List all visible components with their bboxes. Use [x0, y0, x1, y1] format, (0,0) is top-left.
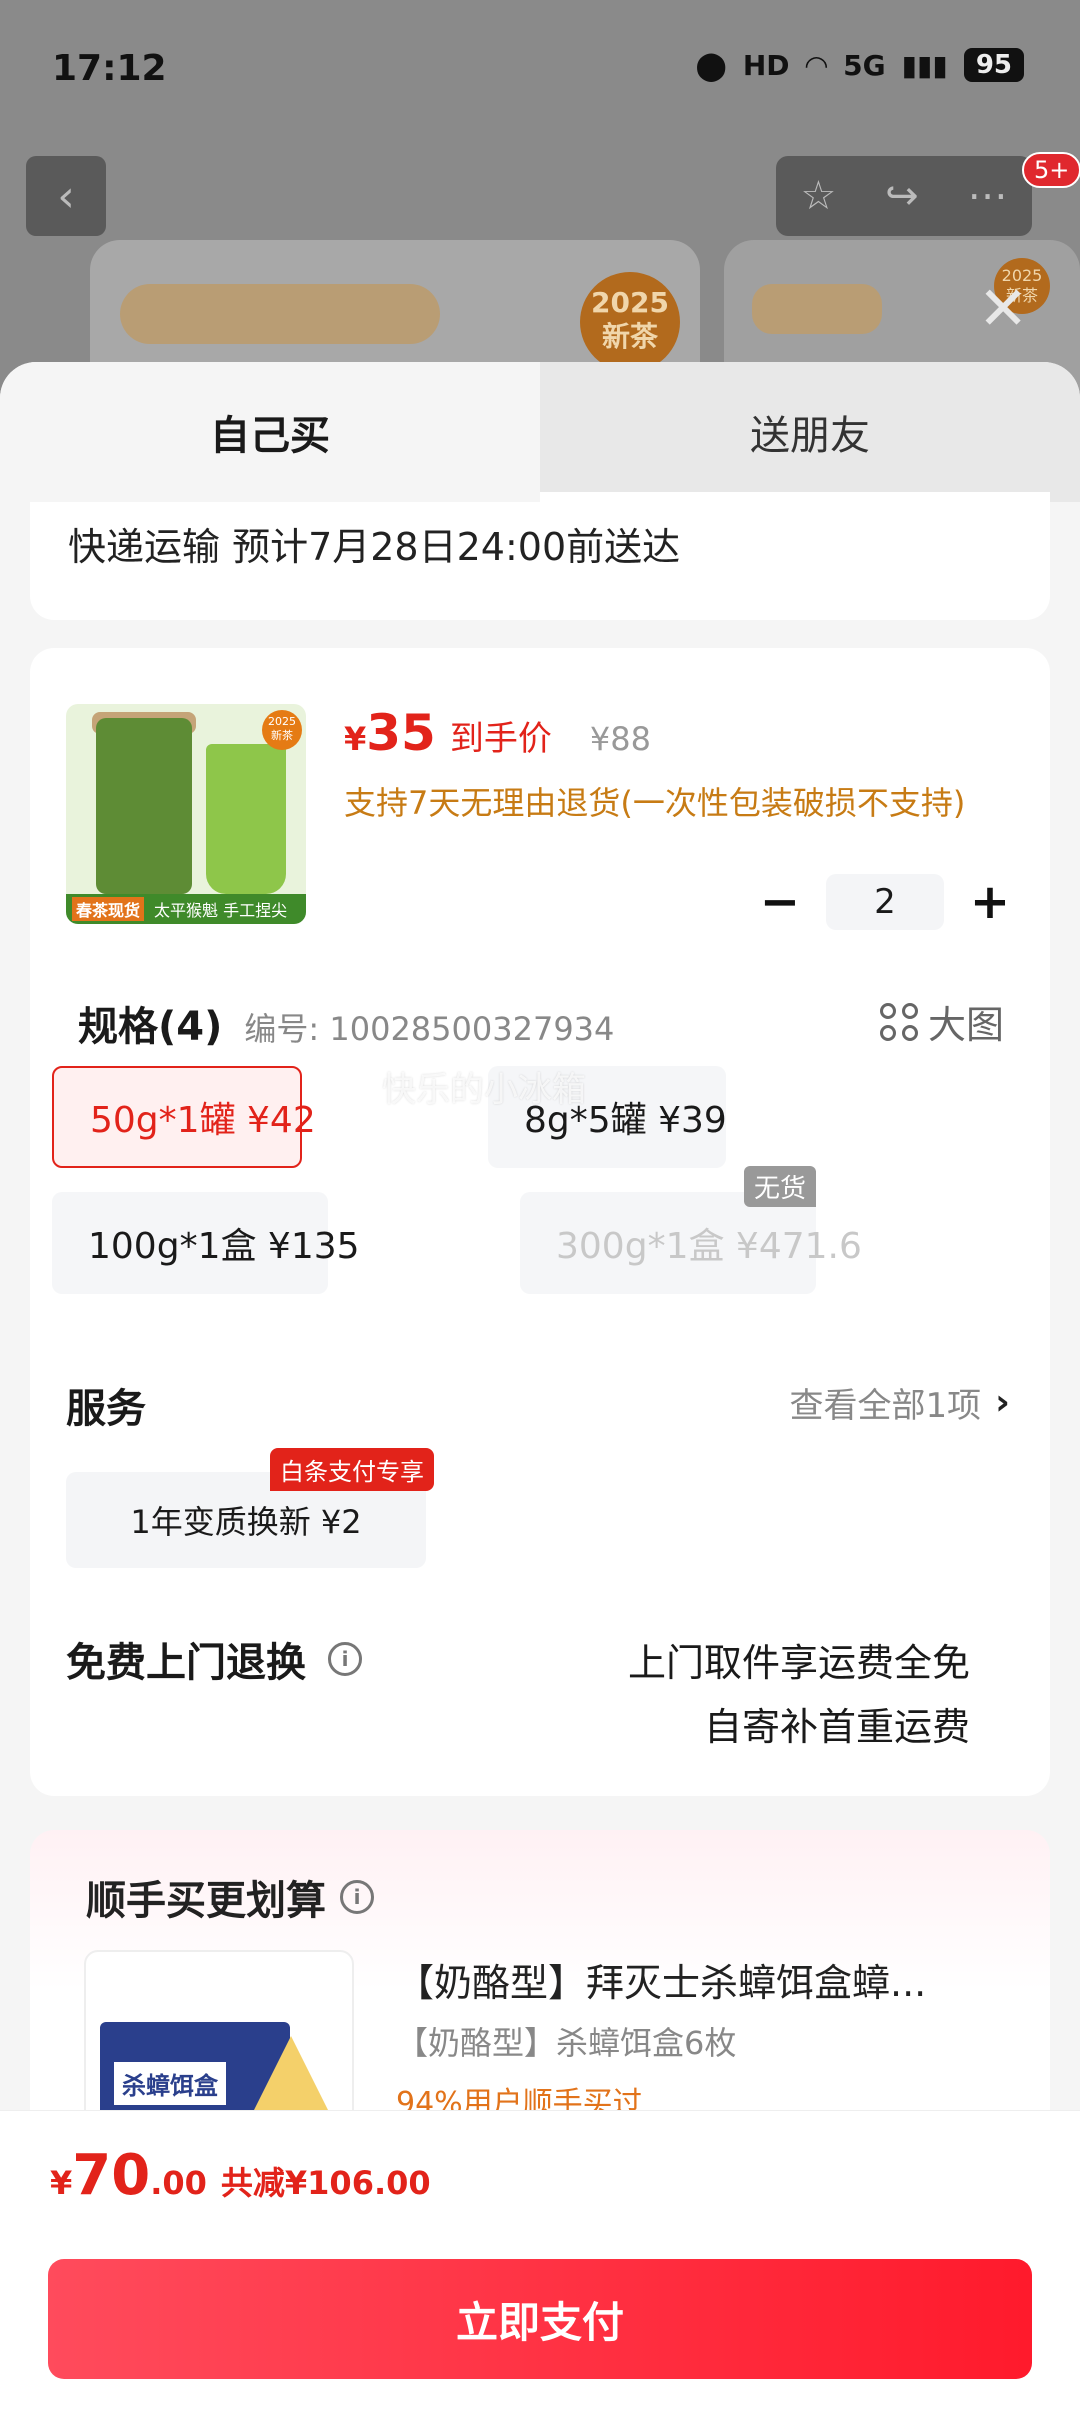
- status-time: 17:12: [52, 48, 167, 89]
- tab-bar: 自己买 送朋友: [0, 362, 1080, 502]
- chevron-left-icon: ‹: [57, 170, 75, 222]
- bg-new-tea-tag: 2025 新茶: [580, 272, 680, 372]
- hd-icon: HD: [742, 48, 790, 82]
- battery-indicator: 95: [963, 48, 1024, 82]
- bg-jar-lid: [120, 284, 440, 344]
- top-action-bar: ☆ ↪ ⋯: [776, 156, 1032, 236]
- delivery-estimate: 快递运输 预计7月28日24:00前送达: [68, 525, 681, 569]
- quantity-stepper: − 2 +: [758, 874, 1012, 930]
- original-price: ¥88: [589, 720, 651, 758]
- addon-box-label: 杀蟑饵盒: [114, 2062, 226, 2105]
- grid-icon: [879, 1002, 918, 1041]
- total-currency: ¥: [50, 2164, 73, 2202]
- product-image[interactable]: 2025 新茶 春茶现货 太平猴魁 手工捏尖: [66, 704, 306, 924]
- bg-jar-lid-2: [752, 284, 882, 334]
- total-dec: .00: [150, 2164, 207, 2202]
- product-code: 编号: 10028500327934: [244, 1010, 615, 1048]
- pay-now-button[interactable]: 立即支付: [48, 2259, 1032, 2379]
- free-return-line2: 自寄补首重运费: [703, 1705, 970, 1749]
- close-icon[interactable]: ✕: [978, 274, 1028, 344]
- spec-option-label: 100g*1盒 ¥135: [88, 1226, 360, 1267]
- spec-option-300g[interactable]: 300g*1盒 ¥471.6 无货: [520, 1166, 862, 1294]
- back-button[interactable]: ‹: [26, 156, 106, 236]
- watermark: 快乐的小冰箱: [382, 1070, 586, 1110]
- total-int: 70: [72, 2143, 151, 2208]
- spec-option-50g[interactable]: 50g*1罐 ¥42: [52, 1066, 316, 1168]
- purchase-sheet: 自己买 送朋友 快递运输 预计7月28日24:00前送达 2025 新茶 春茶现…: [0, 362, 1080, 2412]
- total-saving: 共减¥106.00: [220, 2164, 431, 2202]
- addon-title-label: 顺手买更划算: [86, 1878, 326, 1924]
- service-badge: 白条支付专享: [270, 1448, 434, 1491]
- share-icon[interactable]: ↪: [885, 173, 919, 219]
- addon-title: 顺手买更划算 i: [86, 1868, 374, 1926]
- return-policy-note: 支持7天无理由退货(一次性包装破损不支持): [344, 784, 966, 822]
- view-all-label: 查看全部1项: [789, 1386, 982, 1426]
- status-bar: 17:12 ⬤ HD ◠ 5G ▮▮▮ 95: [0, 0, 1080, 140]
- cart-badge: 5+: [1022, 152, 1080, 188]
- new-tea-tag: 2025 新茶: [262, 710, 302, 750]
- checkout-bar: ¥ 70 .00 共减¥106.00 立即支付: [0, 2110, 1080, 2412]
- large-image-button[interactable]: 大图: [879, 994, 1004, 1049]
- star-icon[interactable]: ☆: [800, 173, 836, 219]
- free-return-title: 免费上门退换 i: [66, 1630, 362, 1688]
- spec-header: 规格(4) 编号: 10028500327934: [78, 994, 614, 1052]
- image-band-text: 太平猴魁 手工捏尖: [154, 901, 288, 920]
- addon-product-sub: 【奶酪型】杀蟑饵盒6枚: [396, 2024, 737, 2062]
- tab-self-buy[interactable]: 自己买: [0, 362, 540, 502]
- price-row: ¥35 到手价 ¥88: [344, 704, 651, 762]
- tab-gift-friend[interactable]: 送朋友: [540, 362, 1080, 502]
- plus-icon[interactable]: +: [968, 874, 1012, 930]
- spec-option-label: 50g*1罐 ¥42: [90, 1100, 316, 1141]
- spec-title: 规格(4): [78, 1004, 223, 1050]
- product-card: 2025 新茶 春茶现货 太平猴魁 手工捏尖 ¥35 到手价 ¥88 支持7天无…: [30, 648, 1050, 1796]
- final-price-label: 到手价: [449, 719, 552, 759]
- location-icon: ⬤: [695, 48, 727, 82]
- more-icon[interactable]: ⋯: [968, 173, 1008, 219]
- final-price: ¥35: [344, 704, 436, 762]
- tea-jar: [96, 718, 192, 894]
- currency-symbol: ¥: [344, 720, 367, 758]
- view-all-services[interactable]: 查看全部1项 ›: [790, 1378, 1010, 1427]
- signal-icon-2: ▮▮▮: [901, 48, 948, 82]
- chevron-right-icon: ›: [995, 1382, 1010, 1423]
- status-icons: ⬤ HD ◠ 5G ▮▮▮ 95: [696, 48, 1024, 82]
- service-title: 服务: [66, 1386, 146, 1432]
- info-icon[interactable]: i: [340, 1880, 374, 1914]
- out-of-stock-badge: 无货: [743, 1166, 816, 1207]
- large-image-label: 大图: [927, 1003, 1004, 1047]
- spring-tea-tag: 春茶现货: [72, 897, 145, 921]
- image-band: 春茶现货 太平猴魁 手工捏尖: [66, 894, 306, 924]
- free-return-label: 免费上门退换: [66, 1640, 306, 1686]
- free-return-line1: 上门取件享运费全免: [627, 1641, 970, 1685]
- minus-icon[interactable]: −: [758, 874, 802, 930]
- total-price: ¥ 70 .00 共减¥106.00: [50, 2143, 431, 2208]
- delivery-card: 快递运输 预计7月28日24:00前送达: [30, 492, 1050, 620]
- tea-glass: [206, 744, 286, 894]
- addon-product-name[interactable]: 【奶酪型】拜灭士杀蟑饵盒蟑...: [396, 1952, 926, 2007]
- signal-icon: 5G: [843, 48, 886, 82]
- spec-option-100g[interactable]: 100g*1盒 ¥135: [52, 1192, 360, 1294]
- wifi-icon: ◠: [805, 48, 828, 82]
- quantity-value[interactable]: 2: [826, 874, 944, 930]
- price-value: 35: [366, 704, 436, 762]
- spec-option-label: 300g*1盒 ¥471.6: [556, 1226, 862, 1267]
- info-icon[interactable]: i: [328, 1642, 362, 1676]
